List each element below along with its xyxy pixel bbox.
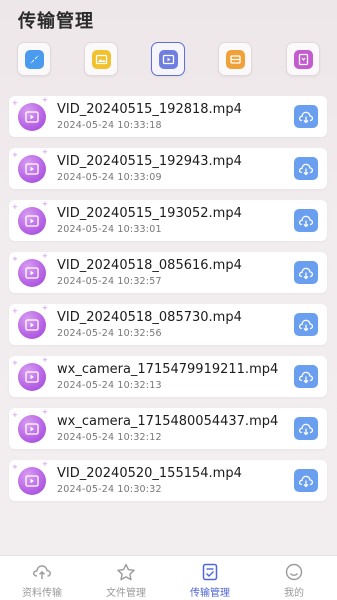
cloud-download-icon[interactable] (294, 105, 318, 128)
file-name: VID_20240518_085616.mp4 (57, 258, 242, 273)
video-thumbnail-icon (18, 311, 46, 339)
filter-all-button[interactable] (17, 42, 51, 76)
tab-mine[interactable]: 我的 (252, 556, 336, 600)
cloud-download-icon[interactable] (294, 313, 318, 336)
file-date: 2024-05-24 10:30:32 (57, 484, 162, 495)
video-thumbnail-icon (18, 103, 46, 131)
file-date: 2024-05-24 10:33:09 (57, 172, 162, 183)
list-item[interactable]: + + VID_20240520_155154.mp4 2024-05-24 10… (9, 460, 327, 501)
file-name: wx_camera_1715479919211.mp4 (57, 362, 279, 377)
video-icon (158, 49, 178, 69)
document-icon (293, 49, 313, 69)
file-date: 2024-05-24 10:32:56 (57, 328, 162, 339)
cloud-download-icon[interactable] (294, 261, 318, 284)
cloud-download-icon[interactable] (294, 469, 318, 492)
filter-image-button[interactable] (84, 42, 118, 76)
tab-label: 传输管理 (190, 588, 230, 599)
file-date: 2024-05-24 10:32:57 (57, 276, 162, 287)
file-date: 2024-05-24 10:32:12 (57, 432, 162, 443)
list-item[interactable]: + + VID_20240515_192818.mp4 2024-05-24 10… (9, 96, 327, 137)
list-item[interactable]: + + wx_camera_1715479919211.mp4 2024-05-2… (9, 356, 327, 397)
tab-label: 文件管理 (106, 588, 146, 599)
file-type-filter-bar (0, 42, 337, 78)
tab-transfer-manager[interactable]: 传输管理 (168, 556, 252, 600)
header: 传输管理 (0, 0, 337, 38)
video-thumbnail-icon (18, 363, 46, 391)
image-icon (91, 49, 111, 69)
transfer-doc-icon (202, 563, 218, 581)
file-name: wx_camera_1715480054437.mp4 (57, 414, 279, 429)
compass-icon (24, 49, 44, 69)
audio-icon (225, 49, 245, 69)
list-item[interactable]: + + VID_20240518_085616.mp4 2024-05-24 10… (9, 252, 327, 293)
cloud-download-icon[interactable] (294, 157, 318, 180)
video-thumbnail-icon (18, 415, 46, 443)
list-item[interactable]: + + VID_20240515_192943.mp4 2024-05-24 10… (9, 148, 327, 189)
cloud-download-icon[interactable] (294, 209, 318, 232)
file-name: VID_20240515_193052.mp4 (57, 206, 242, 221)
filter-audio-button[interactable] (218, 42, 252, 76)
smile-icon (285, 563, 303, 581)
filter-video-button[interactable] (151, 42, 185, 76)
file-date: 2024-05-24 10:33:01 (57, 224, 162, 235)
tab-data-transfer[interactable]: 资料传输 (0, 556, 84, 600)
list-item[interactable]: + + wx_camera_1715480054437.mp4 2024-05-2… (9, 408, 327, 449)
list-item[interactable]: + + VID_20240518_085730.mp4 2024-05-24 10… (9, 304, 327, 345)
video-thumbnail-icon (18, 207, 46, 235)
page-title: 传输管理 (18, 11, 94, 32)
upload-cloud-icon (33, 565, 51, 579)
video-thumbnail-icon (18, 467, 46, 495)
cloud-download-icon[interactable] (294, 365, 318, 388)
list-item[interactable]: + + VID_20240515_193052.mp4 2024-05-24 10… (9, 200, 327, 241)
tab-label: 资料传输 (22, 588, 62, 599)
file-date: 2024-05-24 10:32:13 (57, 380, 162, 391)
video-thumbnail-icon (18, 155, 46, 183)
star-icon (117, 563, 135, 581)
cloud-download-icon[interactable] (294, 417, 318, 440)
filter-document-button[interactable] (286, 42, 320, 76)
tab-label: 我的 (284, 588, 304, 599)
file-name: VID_20240515_192818.mp4 (57, 102, 242, 117)
file-name: VID_20240515_192943.mp4 (57, 154, 242, 169)
tab-file-manager[interactable]: 文件管理 (84, 556, 168, 600)
bottom-tab-bar: 资料传输 文件管理 传输管理 我的 (0, 555, 337, 600)
file-name: VID_20240520_155154.mp4 (57, 466, 242, 481)
file-date: 2024-05-24 10:33:18 (57, 120, 162, 131)
video-thumbnail-icon (18, 259, 46, 287)
file-name: VID_20240518_085730.mp4 (57, 310, 242, 325)
